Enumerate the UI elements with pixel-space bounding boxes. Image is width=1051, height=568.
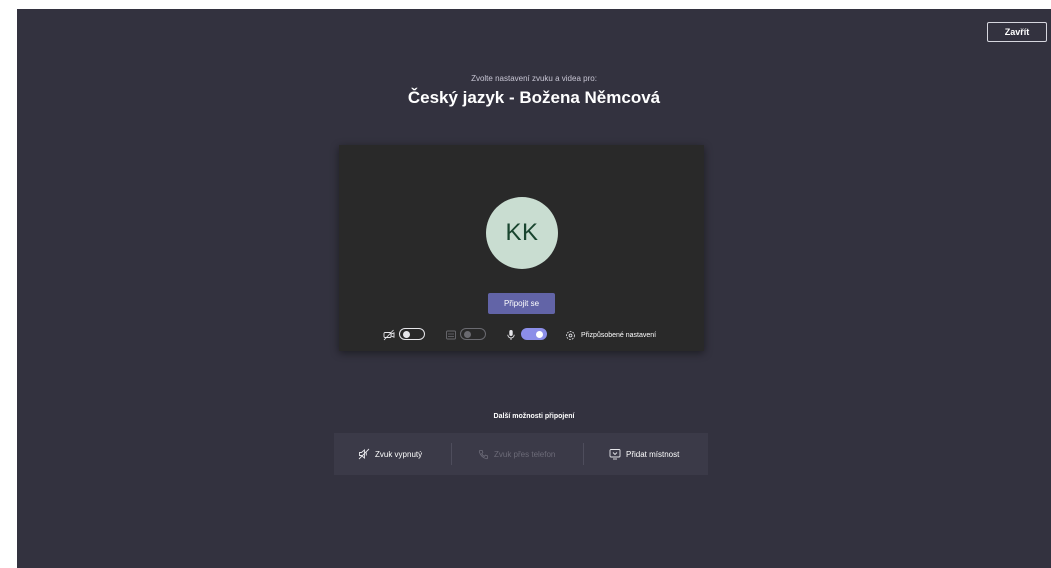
custom-settings-button[interactable]: Přizpůsobené nastavení	[565, 327, 656, 343]
close-button[interactable]: Zavřít	[987, 22, 1047, 42]
add-room-label: Přidat místnost	[626, 449, 680, 459]
phone-icon	[478, 449, 489, 459]
camera-toggle[interactable]	[399, 328, 425, 340]
join-button[interactable]: Připojit se	[488, 293, 555, 314]
avatar: KK	[486, 197, 558, 269]
camera-toggle-knob	[403, 331, 410, 338]
phone-audio-option: Zvuk přes telefon	[478, 433, 555, 475]
device-controls: Přizpůsobené nastavení	[339, 327, 704, 343]
background-blur-toggle[interactable]	[460, 328, 486, 340]
add-room-option[interactable]: Přidat místnost	[609, 433, 679, 475]
speaker-off-icon	[358, 448, 370, 460]
gear-icon	[566, 330, 575, 340]
custom-settings-label: Přizpůsobené nastavení	[581, 331, 657, 339]
meeting-prejoin-screen: Zavřít Zvolte nastavení zvuku a videa pr…	[17, 9, 1051, 568]
room-icon	[609, 449, 621, 460]
background-blur-icon	[446, 330, 456, 340]
meeting-title: Český jazyk - Božena Němcová	[407, 88, 661, 107]
microphone-toggle-knob	[536, 331, 543, 338]
divider	[451, 443, 452, 465]
divider	[583, 443, 584, 465]
background-blur-toggle-knob	[464, 331, 471, 338]
more-options-title: Další možnosti připojení	[493, 413, 575, 420]
microphone-toggle[interactable]	[521, 328, 547, 340]
video-preview-panel: KK Připojit se Přizpůsobené nastavení	[339, 145, 704, 351]
camera-off-icon	[383, 329, 395, 341]
join-options-bar: Zvuk vypnutý Zvuk přes telefon Přidat mí…	[334, 433, 708, 475]
audio-off-option[interactable]: Zvuk vypnutý	[358, 433, 422, 475]
meeting-subtitle: Zvolte nastavení zvuku a videa pro:	[471, 74, 597, 83]
microphone-icon	[507, 330, 515, 340]
phone-audio-label: Zvuk přes telefon	[494, 449, 556, 459]
audio-off-label: Zvuk vypnutý	[375, 449, 423, 459]
